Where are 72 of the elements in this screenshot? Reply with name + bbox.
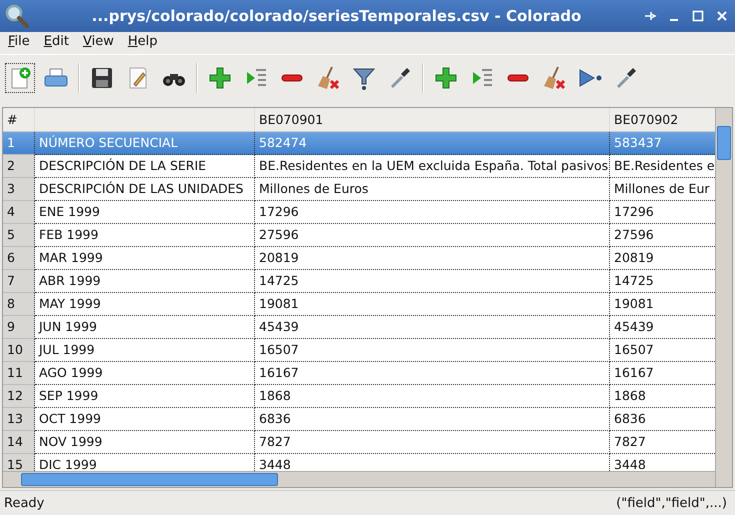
table-row[interactable]: 5 FEB 1999 27596 27596 xyxy=(3,224,715,247)
table-cell: 20819 xyxy=(255,247,610,270)
row-number: 15 xyxy=(3,454,35,471)
menu-item[interactable]: View xyxy=(82,34,114,54)
table-cell: JUN 1999 xyxy=(35,316,255,339)
table-cell: Millones de Euros xyxy=(255,178,610,201)
row-number: 9 xyxy=(3,316,35,339)
status-message: Ready xyxy=(4,496,44,510)
table-cell: SEP 1999 xyxy=(35,385,255,408)
row-number: 11 xyxy=(3,362,35,385)
table-row[interactable]: 13 OCT 1999 6836 6836 xyxy=(3,408,715,431)
row-number: 6 xyxy=(3,247,35,270)
column-header[interactable]: BE070901 xyxy=(255,108,610,131)
table-cell: 17296 xyxy=(255,201,610,224)
table-row[interactable]: 2 DESCRIPCIÓN DE LA SERIE BE.Residentes en la UEM excluida España. Total pasivos BE.Residentes e xyxy=(3,155,715,178)
table-row[interactable]: 6 MAR 1999 20819 20819 xyxy=(3,247,715,270)
table-row[interactable]: 9 JUN 1999 45439 45439 xyxy=(3,316,715,339)
table-row[interactable]: 11 AGO 1999 16167 16167 xyxy=(3,362,715,385)
table-cell: FEB 1999 xyxy=(35,224,255,247)
table-cell: OCT 1999 xyxy=(35,408,255,431)
row-number: 10 xyxy=(3,339,35,362)
menu-item[interactable]: Help xyxy=(128,34,158,54)
table-cell: DESCRIPCIÓN DE LA SERIE xyxy=(35,155,255,178)
menu-item[interactable]: Edit xyxy=(44,34,69,54)
table-cell: ENE 1999 xyxy=(35,201,255,224)
table-cell: DESCRIPCIÓN DE LAS UNIDADES xyxy=(35,178,255,201)
row-number: 8 xyxy=(3,293,35,316)
row-number: 4 xyxy=(3,201,35,224)
column-header[interactable]: BE070902 xyxy=(610,108,715,131)
table-cell: 582474 xyxy=(255,132,610,155)
row-number: 12 xyxy=(3,385,35,408)
table-cell: 14725 xyxy=(255,270,610,293)
table-cell: 1868 xyxy=(255,385,610,408)
table-row[interactable]: 12 SEP 1999 1868 1868 xyxy=(3,385,715,408)
table-cell: 7827 xyxy=(255,431,610,454)
table-row[interactable]: 4 ENE 1999 17296 17296 xyxy=(3,201,715,224)
table-row[interactable]: 10 JUL 1999 16507 16507 xyxy=(3,339,715,362)
row-number: 7 xyxy=(3,270,35,293)
vertical-scrollbar[interactable] xyxy=(715,108,732,487)
table-cell: 6836 xyxy=(255,408,610,431)
maximize-icon[interactable] xyxy=(691,9,705,23)
row-number: 3 xyxy=(3,178,35,201)
table-cell: 16507 xyxy=(255,339,610,362)
table-cell: JUL 1999 xyxy=(35,339,255,362)
row-number: 13 xyxy=(3,408,35,431)
format-indicator: ("field","field",...) xyxy=(616,496,727,510)
magnifier-icon xyxy=(4,3,30,29)
row-number: 2 xyxy=(3,155,35,178)
table-cell: 45439 xyxy=(255,316,610,339)
table-row[interactable]: 7 ABR 1999 14725 14725 xyxy=(3,270,715,293)
close-icon[interactable] xyxy=(715,9,729,23)
table-cell: NOV 1999 xyxy=(35,431,255,454)
row-number: 5 xyxy=(3,224,35,247)
table-cell: AGO 1999 xyxy=(35,362,255,385)
table-cell: 27596 xyxy=(255,224,610,247)
table-row[interactable]: 8 MAY 1999 19081 19081 xyxy=(3,293,715,316)
table-row[interactable]: 14 NOV 1999 7827 7827 xyxy=(3,431,715,454)
row-number: 14 xyxy=(3,431,35,454)
horizontal-scrollbar[interactable] xyxy=(3,471,715,487)
table-cell: BE.Residentes en la UEM excluida España. Total pasivos xyxy=(255,155,610,178)
table-cell: NÚMERO SECUENCIAL xyxy=(35,132,255,155)
new-file-icon[interactable] xyxy=(6,64,34,92)
menu-item[interactable]: File xyxy=(8,34,30,54)
window-title: ...prys/colorado/colorado/seriesTemporales.csv - Colorado xyxy=(90,7,582,25)
table-cell: MAR 1999 xyxy=(35,247,255,270)
table-cell: MAY 1999 xyxy=(35,293,255,316)
table-cell: ABR 1999 xyxy=(35,270,255,293)
column-header[interactable]: # xyxy=(3,108,35,131)
table-cell: 16167 xyxy=(255,362,610,385)
pin-icon[interactable] xyxy=(643,9,657,23)
table-row[interactable]: 3 DESCRIPCIÓN DE LAS UNIDADES Millones de Euros Millones de Eur xyxy=(3,178,715,201)
table-cell: 19081 xyxy=(255,293,610,316)
